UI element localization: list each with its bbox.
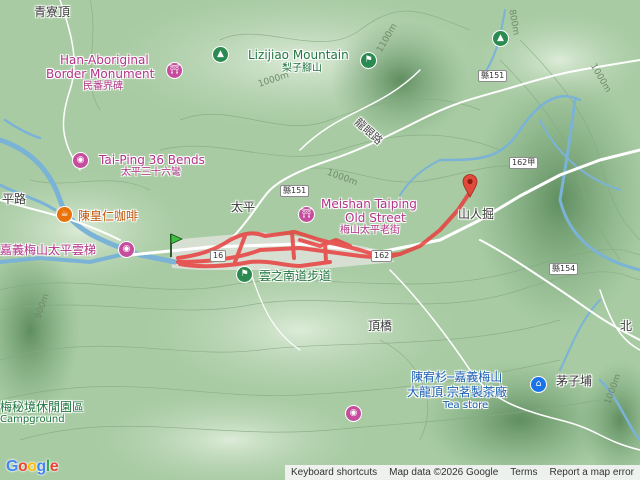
logo-letter: g [36, 458, 47, 475]
attribution-bar: Keyboard shortcuts Map data ©2026 Google… [284, 465, 640, 480]
place-label: 茅子埔 [556, 374, 593, 388]
poi-label[interactable]: Old Street [345, 212, 406, 224]
poi-label[interactable]: 民番界碑 [83, 82, 123, 92]
valley-dark [330, 20, 470, 140]
road-shield: 162 [371, 250, 393, 262]
road-shield: 縣154 [549, 263, 579, 275]
camera-icon[interactable]: ◉ [118, 241, 135, 258]
map-data-text: Map data ©2026 Google [389, 467, 499, 478]
poi-label[interactable]: 陳皇仁咖啡 [78, 210, 138, 222]
poi-label[interactable]: Lizijiao Mountain [248, 49, 349, 61]
poi-label[interactable]: 嘉義梅山太平雲梯 [0, 244, 96, 256]
end-pin-icon[interactable] [462, 174, 478, 198]
logo-letter: e [49, 458, 59, 475]
logo-letter: o [27, 458, 37, 475]
poi-label[interactable]: 太平三十六彎 [121, 168, 181, 178]
poi-label[interactable]: 梅秘境休閒園區 [0, 401, 84, 413]
terms-link[interactable]: Terms [504, 467, 543, 478]
road-label: 平路 [2, 192, 27, 206]
poi-label[interactable]: 梅山太平老街 [340, 226, 400, 236]
camera-icon[interactable]: ⛩ [298, 206, 315, 223]
google-logo: Google [6, 458, 59, 476]
poi-label[interactable]: 陳宥杉─嘉義梅山 [411, 371, 502, 383]
store-icon[interactable]: ⌂ [530, 376, 547, 393]
road-shield: 16 [210, 250, 227, 262]
logo-letter: o [17, 458, 28, 475]
road-shield: 縣151 [478, 70, 508, 82]
road-shield: 縣151 [280, 185, 310, 197]
hiking-icon[interactable]: ▲ [212, 46, 229, 63]
road-shield: 162甲 [509, 157, 539, 169]
hiking-icon[interactable]: ⚑ [360, 52, 377, 69]
poi-label[interactable]: 大龍頂.宗茗製茶廠 [407, 386, 507, 398]
place-label: 頂橋 [368, 319, 393, 333]
poi-label[interactable]: Han-Aboriginal [60, 54, 149, 66]
cafe-icon[interactable]: ☕ [56, 206, 73, 223]
report-error-link[interactable]: Report a map error [544, 467, 640, 478]
logo-letter: G [6, 458, 18, 475]
poi-label[interactable]: Meishan Taiping [321, 198, 417, 210]
keyboard-shortcuts-link[interactable]: Keyboard shortcuts [285, 467, 383, 478]
place-label: 北 [620, 319, 633, 333]
camera-icon[interactable]: ◉ [345, 405, 362, 422]
camera-icon[interactable]: ◉ [72, 152, 89, 169]
place-label: 太平 [231, 200, 256, 214]
poi-label[interactable]: 梨子腳山 [282, 64, 322, 74]
poi-label[interactable]: Tea store [443, 401, 488, 411]
poi-label[interactable]: Tai-Ping 36 Bends [99, 154, 205, 166]
monument-icon[interactable]: ⛩ [166, 62, 183, 79]
poi-label[interactable]: Campground [0, 415, 65, 425]
poi-label[interactable]: Border Monument [46, 68, 154, 80]
place-label: 青寮頂 [34, 5, 71, 19]
hiking-icon[interactable]: ▲ [492, 30, 509, 47]
hiking-icon[interactable]: ⚑ [236, 266, 253, 283]
start-flag-icon[interactable] [168, 232, 184, 258]
map-canvas[interactable]: 1000m 1000m 1000m 1000m 1100m 900m 800m … [0, 0, 640, 480]
place-label: 山人掘 [458, 207, 495, 221]
poi-label[interactable]: 雲之南道步道 [259, 270, 331, 282]
